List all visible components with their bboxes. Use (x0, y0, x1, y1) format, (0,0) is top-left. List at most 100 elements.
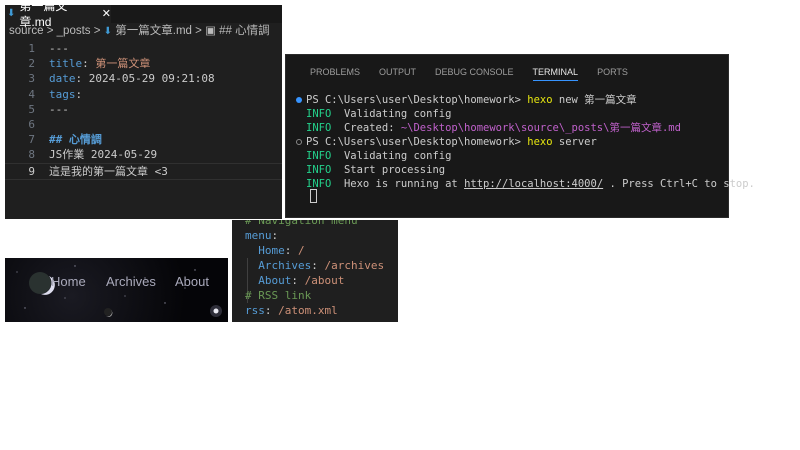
code-token: date (49, 72, 76, 86)
terminal-token: Start processing (331, 164, 446, 176)
yaml-token: Archives (258, 259, 312, 272)
terminal-token: PS C:\Users\user\Desktop\homework> (306, 136, 528, 148)
config-yaml-snippet: # Navigation menu menu: Home: / Archives:… (232, 220, 398, 322)
breadcrumb-source[interactable]: source (9, 25, 44, 37)
terminal-token: INFO (306, 164, 332, 176)
yaml-line: rss: /atom.xml (245, 303, 338, 318)
code-token: --- (49, 102, 69, 116)
terminal-line: INFO Created: ~\Desktop\homework\source\… (306, 121, 681, 135)
markdown-icon: ⬇ (103, 26, 113, 37)
code-token: ## 心情調 (49, 133, 102, 147)
terminal-token: Validating config (331, 150, 452, 162)
code-line: 2 title: 第一篇文章 (5, 56, 150, 71)
line-number: 2 (28, 57, 35, 71)
code-token: : (75, 87, 83, 101)
section-icon: ▣ (205, 25, 216, 37)
editor-tab[interactable]: ⬇ 第一篇文章.md ✕ (5, 0, 111, 29)
code-token: 第一篇文章 (95, 57, 151, 71)
terminal-token: INFO (306, 150, 332, 162)
tab-debug-console[interactable]: DEBUG CONSOLE (435, 67, 514, 81)
yaml-line: About: /about (245, 273, 344, 288)
code-token: title (49, 57, 83, 71)
yaml-line: Home: / (245, 243, 305, 258)
yaml-token: /atom.xml (278, 304, 338, 317)
terminal-token: INFO (306, 108, 332, 120)
terminal-token: INFO (306, 122, 332, 134)
breadcrumb-heading[interactable]: ## 心情調 (219, 25, 270, 37)
terminal-panel[interactable]: PROBLEMS OUTPUT DEBUG CONSOLE TERMINAL PORTS… (285, 54, 755, 218)
yaml-token (245, 244, 258, 257)
status-dot-icon (296, 139, 302, 145)
code-line: 5 --- (5, 102, 69, 117)
nav-archives[interactable]: Archives (106, 274, 156, 289)
yaml-line: # RSS link (245, 288, 311, 303)
yaml-line: menu: (245, 228, 278, 243)
tab-problems[interactable]: PROBLEMS (310, 67, 360, 81)
yaml-token: : (284, 244, 298, 257)
terminal-line: INFO Start processing (306, 163, 445, 177)
tab-terminal[interactable]: TERMINAL (532, 67, 579, 81)
terminal-line: INFO Hexo is running at http://localhost… (306, 177, 755, 191)
code-token: 這是我的第一篇文章 <3 (49, 164, 168, 178)
terminal-token: hexo (527, 94, 553, 106)
localhost-link[interactable]: http://localhost:4000/ (464, 178, 603, 190)
yaml-token: : (311, 259, 325, 272)
yaml-token (245, 274, 258, 287)
terminal-line: INFO Validating config (306, 149, 451, 163)
code-editor[interactable]: ⬇ 第一篇文章.md ✕ source > _posts > ⬇ 第一篇文章.m… (5, 0, 282, 219)
terminal-token: hexo (527, 136, 553, 148)
line-number: 5 (28, 102, 35, 116)
code-token: : 2024-05-29 09:21:08 (75, 72, 215, 86)
tab-output[interactable]: OUTPUT (379, 67, 416, 81)
nav-home[interactable]: Home (51, 274, 86, 289)
code-token: JS作業 2024-05-29 (49, 148, 158, 162)
line-number: 3 (28, 72, 35, 86)
yaml-token: Home (258, 244, 285, 257)
code-line: 3 date: 2024-05-29 09:21:08 (5, 71, 215, 86)
yaml-token: / (298, 244, 305, 257)
code-line: 8 JS作業 2024-05-29 (5, 147, 157, 162)
terminal-token: Created: (331, 122, 401, 134)
code-line: 1 --- (5, 41, 69, 56)
terminal-token: PS C:\Users\user\Desktop\homework> (306, 94, 528, 106)
yaml-token: # Navigation menu (245, 220, 358, 227)
close-icon[interactable]: ✕ (102, 6, 111, 22)
code-line: 9 這是我的第一篇文章 <3 (5, 162, 282, 180)
yaml-token: : (271, 229, 279, 242)
yaml-line: Archives: /archives (245, 258, 384, 273)
terminal-cursor (310, 189, 317, 203)
chevron-right-icon: > (195, 25, 202, 37)
markdown-icon: ⬇ (7, 8, 16, 19)
line-number: 1 (28, 42, 35, 55)
terminal-token: Hexo is running at (331, 178, 465, 190)
yaml-token: /about (304, 274, 345, 287)
yaml-token: /archives (324, 259, 385, 272)
terminal-line: PS C:\Users\user\Desktop\homework> hexo … (296, 93, 637, 107)
terminal-token: ~\Desktop\homework\source\_posts\第一篇文章.m… (400, 122, 681, 134)
yaml-token (245, 259, 258, 272)
breadcrumb-posts[interactable]: _posts (57, 25, 91, 37)
code-token: : (82, 57, 96, 71)
breadcrumb-file[interactable]: 第一篇文章.md (115, 25, 192, 37)
chevron-right-icon: > (46, 25, 54, 37)
code-token: tags (49, 87, 76, 101)
nav-about[interactable]: About (175, 274, 209, 289)
code-line: 4 tags: (5, 87, 82, 102)
code-token: --- (49, 42, 69, 55)
starry-background (16, 265, 222, 317)
terminal-token: server (552, 136, 597, 148)
code-line: 6 (5, 117, 49, 132)
line-number: 4 (28, 87, 35, 101)
chevron-right-icon: > (93, 25, 101, 37)
terminal-line: PS C:\Users\user\Desktop\homework> hexo … (296, 135, 597, 149)
line-number: 6 (28, 118, 35, 131)
line-number: 9 (28, 164, 35, 178)
yaml-token: : (291, 274, 305, 287)
yaml-token: rss (245, 304, 265, 317)
breadcrumb: source > _posts > ⬇ 第一篇文章.md > ▣ ## 心情調 (9, 24, 270, 39)
yaml-token: # RSS link (245, 289, 312, 302)
status-dot-icon (296, 97, 302, 103)
tab-ports[interactable]: PORTS (597, 67, 628, 81)
yaml-line: # Navigation menu (245, 220, 358, 228)
code-line: 7 ## 心情調 (5, 132, 102, 147)
